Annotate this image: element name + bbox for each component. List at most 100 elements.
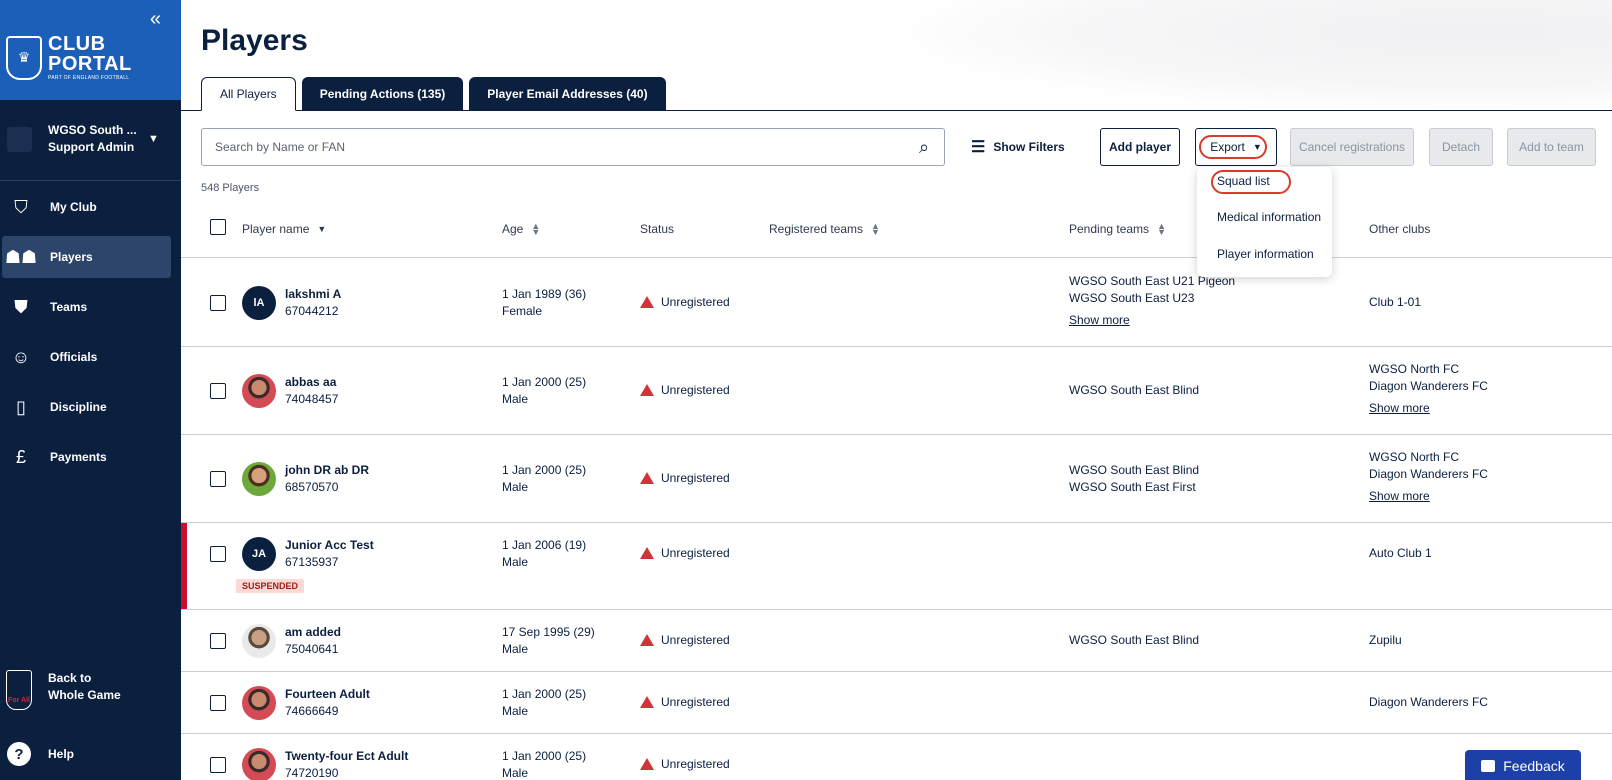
player-name-link[interactable]: john DR ab DR <box>285 463 369 477</box>
pending-show-more-link[interactable]: Show more <box>1069 313 1130 327</box>
logo-line-1: CLUB <box>48 33 106 55</box>
detach-button[interactable]: Detach <box>1429 128 1493 166</box>
row-checkbox[interactable] <box>210 633 226 649</box>
player-name-link[interactable]: Fourteen Adult <box>285 687 370 701</box>
search-box: ⌕ <box>201 128 945 166</box>
fa-crest-icon: For All <box>6 670 32 710</box>
menu-item-medical-information[interactable]: Medical information <box>1217 210 1321 224</box>
status-text: Unregistered <box>661 546 730 560</box>
player-sex: Female <box>502 304 543 318</box>
avatar <box>242 374 276 408</box>
player-fan: 74720190 <box>285 766 339 780</box>
tab-pending-actions[interactable]: Pending Actions (135) <box>301 77 464 111</box>
player-dob: 1 Jan 2000 (25) <box>502 375 587 389</box>
player-name-link[interactable]: am added <box>285 625 341 639</box>
status-cell: Unregistered <box>640 633 730 647</box>
menu-item-player-information[interactable]: Player information <box>1217 247 1314 261</box>
player-name-link[interactable]: Junior Acc Test <box>285 538 374 552</box>
avatar <box>242 748 276 780</box>
player-sex: Male <box>502 766 529 780</box>
player-name-link[interactable]: abbas aa <box>285 375 336 389</box>
export-menu: Squad list Medical information Player in… <box>1197 167 1332 277</box>
clubs-show-more-link[interactable]: Show more <box>1369 489 1430 503</box>
export-label: Export <box>1210 140 1245 154</box>
feedback-button[interactable]: Feedback <box>1465 750 1581 780</box>
cancel-registrations-button[interactable]: Cancel registrations <box>1290 128 1414 166</box>
row-checkbox[interactable] <box>210 383 226 399</box>
sidebar-item-label: Payments <box>50 450 107 464</box>
sidebar-item-payments[interactable]: £ Payments <box>2 436 171 478</box>
sidebar-item-discipline[interactable]: ▯ Discipline <box>2 386 171 428</box>
other-club: WGSO North FC <box>1369 362 1460 376</box>
status-text: Unregistered <box>661 695 730 709</box>
menu-item-squad-list[interactable]: Squad list <box>1217 174 1270 188</box>
sidebar-item-label: Players <box>50 250 93 264</box>
status-text: Unregistered <box>661 383 730 397</box>
row-checkbox[interactable] <box>210 546 226 562</box>
column-registered-teams[interactable]: Registered teams ▲ ▼ <box>769 221 880 237</box>
column-label: Player name <box>242 222 310 236</box>
column-label: Registered teams <box>769 222 864 236</box>
player-sex: Male <box>502 480 529 494</box>
collapse-sidebar-icon[interactable]: « <box>150 8 161 31</box>
sort-icon: ▲ ▼ <box>871 221 880 237</box>
column-player-name[interactable]: Player name ▼ <box>242 222 326 236</box>
sidebar-item-teams[interactable]: ⛊ Teams <box>2 286 171 328</box>
player-fan: 74048457 <box>285 392 339 406</box>
sliders-icon: ☰ <box>971 139 986 156</box>
row-checkbox[interactable] <box>210 471 226 487</box>
table-row[interactable]: abbas aa 74048457 1 Jan 2000 (25) Male U… <box>181 347 1612 435</box>
caret-down-icon: ▼ <box>1252 142 1262 152</box>
player-name-link[interactable]: lakshmi A <box>285 287 341 301</box>
warning-icon <box>640 384 654 396</box>
player-fan: 67044212 <box>285 304 339 318</box>
help-link[interactable]: ? Help <box>0 742 74 766</box>
player-name-link[interactable]: Twenty-four Ect Adult <box>285 749 408 763</box>
back-to-whole-game-link[interactable]: For All Back to Whole Game <box>0 670 181 710</box>
clubs-show-more-link[interactable]: Show more <box>1369 401 1430 415</box>
table-row[interactable]: Twenty-four Ect Adult 74720190 1 Jan 200… <box>181 734 1612 780</box>
tabs: All Players Pending Actions (135) Player… <box>201 77 666 111</box>
cards-icon: ▯ <box>16 396 26 417</box>
sidebar-item-my-club[interactable]: ⛉ My Club <box>2 186 171 228</box>
sidebar-item-label: Teams <box>50 300 88 314</box>
suspended-badge: SUSPENDED <box>236 579 305 593</box>
show-filters-label: Show Filters <box>993 140 1065 154</box>
player-fan: 74666649 <box>285 704 339 718</box>
pound-icon: £ <box>15 446 26 467</box>
other-club: Auto Club 1 <box>1369 546 1432 560</box>
sidebar-item-players[interactable]: ☗☗ Players <box>2 236 171 278</box>
sort-icon: ▲ ▼ <box>1157 221 1166 237</box>
table-row[interactable]: john DR ab DR 68570570 1 Jan 2000 (25) M… <box>181 435 1612 523</box>
org-switcher[interactable]: WGSO South ... Support Admin ▼ <box>0 116 181 162</box>
table-row[interactable]: Fourteen Adult 74666649 1 Jan 2000 (25) … <box>181 672 1612 734</box>
show-filters-button[interactable]: ☰ Show Filters <box>971 137 1065 157</box>
export-button[interactable]: Export ▼ <box>1195 128 1277 166</box>
row-checkbox[interactable] <box>210 757 226 773</box>
table-row[interactable]: am added 75040641 17 Sep 1995 (29) Male … <box>181 610 1612 672</box>
player-fan: 67135937 <box>285 555 339 569</box>
warning-icon <box>640 547 654 559</box>
status-text: Unregistered <box>661 471 730 485</box>
avatar <box>242 462 276 496</box>
search-icon[interactable]: ⌕ <box>904 137 944 158</box>
status-text: Unregistered <box>661 295 730 309</box>
search-input[interactable] <box>202 130 904 164</box>
add-player-button[interactable]: Add player <box>1100 128 1180 166</box>
club-portal-logo[interactable]: ♛ CLUB PORTAL PART OF ENGLAND FOOTBALL <box>6 34 132 81</box>
sidebar-item-officials[interactable]: ☺ Officials <box>2 336 171 378</box>
row-checkbox[interactable] <box>210 295 226 311</box>
tab-all-players[interactable]: All Players <box>201 77 296 111</box>
sidebar: « ♛ CLUB PORTAL PART OF ENGLAND FOOTBALL… <box>0 0 181 780</box>
select-all-checkbox[interactable] <box>210 219 226 235</box>
table-row[interactable]: lA lakshmi A 67044212 1 Jan 1989 (36) Fe… <box>181 259 1612 347</box>
column-pending-teams[interactable]: Pending teams ▲ ▼ <box>1069 221 1166 237</box>
add-to-team-button[interactable]: Add to team <box>1507 128 1596 166</box>
sidebar-item-label: Discipline <box>50 400 107 414</box>
column-age[interactable]: Age ▲ ▼ <box>502 222 540 237</box>
sidebar-divider <box>0 180 181 181</box>
avatar: lA <box>242 286 276 320</box>
tab-player-email-addresses[interactable]: Player Email Addresses (40) <box>469 77 666 111</box>
table-row[interactable]: JA Junior Acc Test 67135937 SUSPENDED 1 … <box>181 523 1612 610</box>
row-checkbox[interactable] <box>210 695 226 711</box>
